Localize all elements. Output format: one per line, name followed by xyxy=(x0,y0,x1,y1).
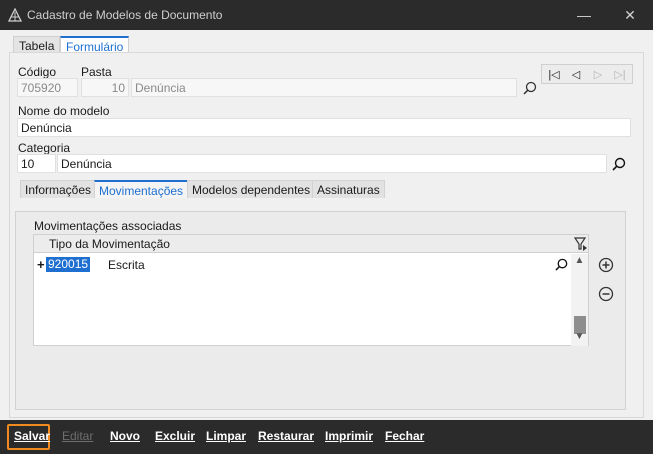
remove-movimentacao-icon[interactable] xyxy=(598,286,614,302)
categoria-search-icon[interactable] xyxy=(611,156,627,172)
column-header-tipo-movimentacao[interactable]: Tipo da Movimentação xyxy=(49,237,170,251)
row-name-cell: Escrita xyxy=(108,258,145,272)
previous-record-button[interactable]: ◁ xyxy=(566,67,586,83)
scroll-down-arrow-icon[interactable]: ▼ xyxy=(571,330,588,344)
minimize-button[interactable]: — xyxy=(575,6,593,24)
last-record-button[interactable]: ▷| xyxy=(610,67,630,83)
tab-modelos-dependentes[interactable]: Modelos dependentes xyxy=(187,180,316,198)
salvar-button[interactable]: Salvar xyxy=(14,429,50,443)
row-search-icon[interactable] xyxy=(554,257,569,272)
categoria-label: Categoria xyxy=(18,141,71,155)
pasta-label: Pasta xyxy=(81,65,112,79)
first-record-button[interactable]: |◁ xyxy=(544,67,564,83)
categoria-name-field: Denúncia xyxy=(57,154,607,173)
grid-scrollbar[interactable]: ▲ ▼ xyxy=(571,254,588,346)
limpar-button[interactable]: Limpar xyxy=(206,429,246,443)
command-bar: Salvar Editar Novo Excluir Limpar Restau… xyxy=(0,420,653,454)
form-client-area: Tabela Formulário Código Pasta 705920 10… xyxy=(0,30,653,420)
editar-button[interactable]: Editar xyxy=(62,429,93,443)
movimentacoes-grid: Tipo da Movimentação + 920015 Escrita ▲ … xyxy=(33,234,589,346)
fechar-button[interactable]: Fechar xyxy=(385,429,424,443)
title-bar: Cadastro de Modelos de Documento — ✕ xyxy=(0,0,653,30)
tab-informacoes[interactable]: Informações xyxy=(20,180,97,198)
row-code-cell[interactable]: 920015 xyxy=(46,257,91,272)
nome-modelo-label: Nome do modelo xyxy=(18,104,110,118)
restaurar-button[interactable]: Restaurar xyxy=(258,429,314,443)
record-navigator: |◁ ◁ ▷ ▷| xyxy=(541,64,633,84)
nome-modelo-field[interactable]: Denúncia xyxy=(17,118,631,137)
novo-button[interactable]: Novo xyxy=(110,429,140,443)
add-movimentacao-icon[interactable] xyxy=(598,257,614,273)
table-row[interactable]: + 920015 Escrita xyxy=(34,257,572,273)
pasta-search-icon[interactable] xyxy=(522,80,538,96)
categoria-code-field[interactable]: 10 xyxy=(17,154,56,173)
scroll-up-arrow-icon[interactable]: ▲ xyxy=(571,254,588,268)
column-filter-icon[interactable] xyxy=(572,236,588,252)
imprimir-button[interactable]: Imprimir xyxy=(325,429,373,443)
row-expand-icon[interactable]: + xyxy=(37,257,45,272)
window-title: Cadastro de Modelos de Documento xyxy=(27,8,223,22)
grid-header: Tipo da Movimentação xyxy=(34,235,588,253)
tab-assinaturas[interactable]: Assinaturas xyxy=(312,180,385,198)
pasta-number-field[interactable]: 10 xyxy=(81,78,129,97)
pasta-name-field: Denúncia xyxy=(131,78,517,97)
tab-movimentacoes[interactable]: Movimentações xyxy=(94,180,189,198)
codigo-field[interactable]: 705920 xyxy=(17,78,78,97)
movimentacoes-associadas-label: Movimentações associadas xyxy=(34,219,182,233)
excluir-button[interactable]: Excluir xyxy=(155,429,195,443)
codigo-label: Código xyxy=(18,65,57,79)
app-logo-icon xyxy=(8,8,22,22)
next-record-button[interactable]: ▷ xyxy=(588,67,608,83)
close-button[interactable]: ✕ xyxy=(621,6,639,24)
